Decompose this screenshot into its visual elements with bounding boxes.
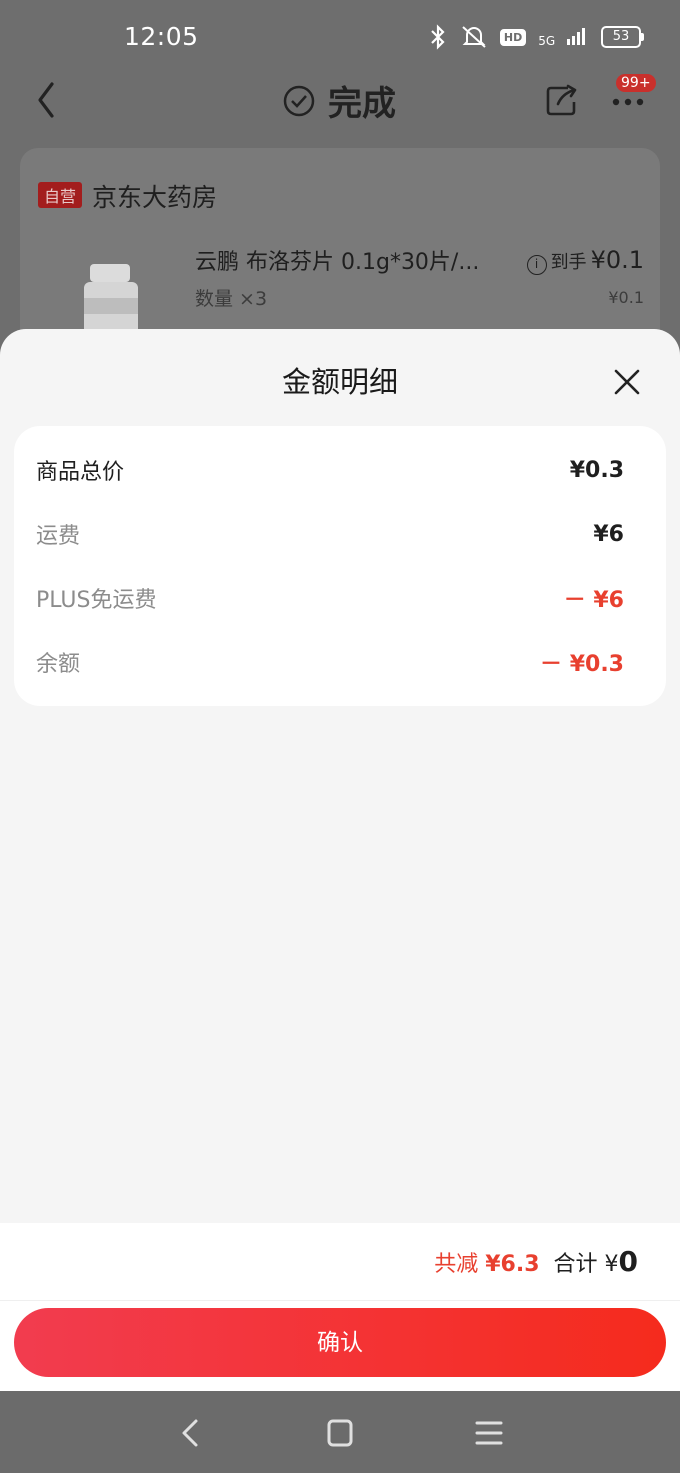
product-quantity: 数量 ×3 [195,288,268,310]
summary-bar: 共减 ¥6.3 合计 ¥0 [0,1223,680,1301]
network-type: 5G [538,34,556,48]
row-value: － ¥0.3 [540,652,624,677]
row-value: ¥6 [593,521,624,547]
reduce-value: ¥6.3 [485,1252,540,1277]
back-icon[interactable] [30,80,66,120]
status-time: 12:05 [124,22,199,51]
reduce-label: 共减 [434,1252,479,1277]
total-value: 0 [618,1245,638,1278]
total-currency: ¥ [604,1252,619,1277]
product-image[interactable] [76,258,156,338]
row-plus-free-shipping: PLUS免运费 － ¥6 [36,578,624,618]
total-label: 合计 [553,1252,598,1277]
total-amount: 合计 ¥0 [554,1245,639,1278]
system-menu-icon[interactable] [469,1413,509,1453]
battery-level: 53 [601,26,641,48]
battery-icon: 53 [601,26,644,48]
background-page: 12:05 HD 5G 53 完成 99+ 自营 京东大药房 云鹏 布洛芬片 0… [0,0,680,408]
sheet-title: 金额明细 [281,365,398,399]
confirm-area: 确认 [0,1301,680,1391]
row-value: － ¥6 [563,588,624,613]
system-nav-bar [0,1391,680,1473]
signal-bars-icon [567,28,585,45]
shop-tag: 自营 [38,182,83,208]
message-badge: 99+ [616,74,656,92]
row-goods-total: 商品总价 ¥0.3 [36,450,624,490]
status-icons: HD 5G 53 [428,24,644,50]
price-line: i 到手 ¥0.1 [526,246,644,275]
close-icon[interactable] [612,367,642,397]
check-circle-icon [283,85,315,116]
bluetooth-icon [431,24,445,50]
confirm-button[interactable]: 确认 [14,1308,666,1377]
signal-icon: 5G [538,27,589,47]
amount-detail-sheet: 金额明细 商品总价 ¥0.3 运费 ¥6 PLUS免运费 － ¥6 余额 － ¥… [0,329,680,1391]
system-back-icon[interactable] [170,1413,210,1453]
original-price: ¥0.1 [608,288,644,307]
row-label: 余额 [36,652,81,677]
row-label: PLUS免运费 [36,588,157,613]
row-shipping: 运费 ¥6 [36,514,624,554]
row-value: ¥0.3 [569,457,624,483]
page-title: 完成 [282,76,396,125]
share-icon[interactable] [544,82,580,118]
hd-icon: HD [499,28,527,46]
shop-name[interactable]: 京东大药房 [92,178,217,214]
title-text: 完成 [328,84,396,124]
mute-bell-icon [462,26,486,48]
product-name[interactable]: 云鹏 布洛芬片 0.1g*30片/... [195,244,479,276]
detail-card: 商品总价 ¥0.3 运费 ¥6 PLUS免运费 － ¥6 余额 － ¥0.3 [14,426,666,706]
row-balance: 余额 － ¥0.3 [36,642,624,682]
nav-bar: 完成 [0,76,680,125]
summary-amounts: 共减 ¥6.3 合计 ¥0 [434,1245,638,1278]
price-prefix: 到手 [550,252,587,273]
info-icon[interactable]: i [526,255,547,275]
system-home-icon[interactable] [320,1413,360,1453]
product-price: ¥0.1 [590,246,644,274]
status-bar: 12:05 HD 5G 53 [0,0,680,76]
row-label: 商品总价 [36,460,125,485]
row-label: 运费 [36,524,81,549]
screen: 12:05 HD 5G 53 完成 99+ 自营 京东大药房 云鹏 布洛芬片 0… [0,0,680,1473]
total-reduction: 共减 ¥6.3 [434,1246,539,1278]
